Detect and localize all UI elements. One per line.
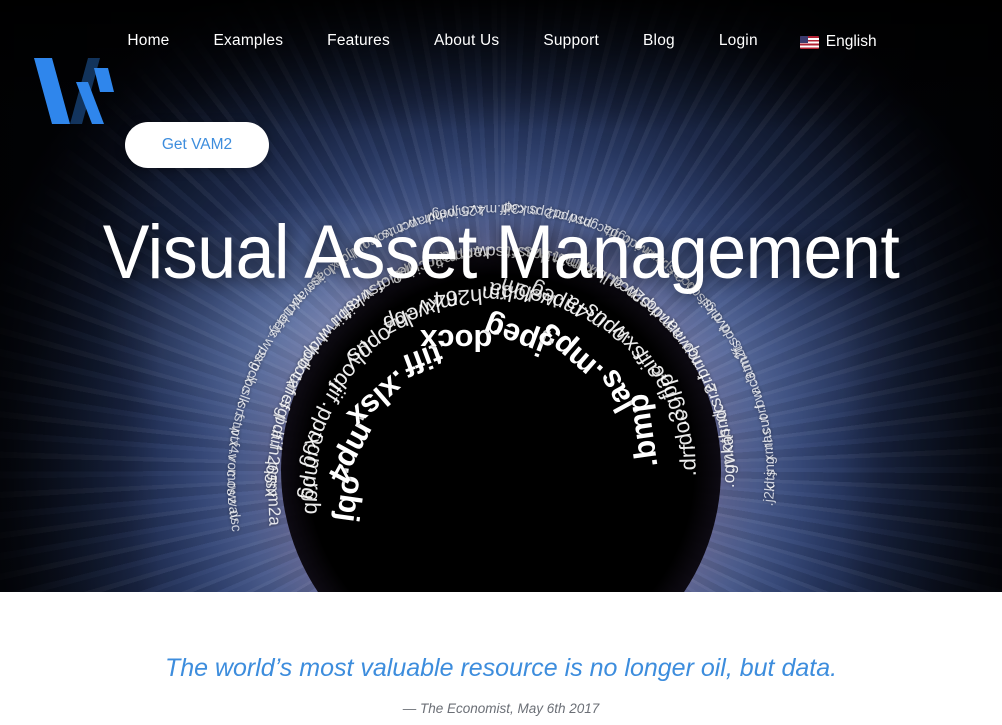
nav-item-features[interactable]: Features [305,33,412,51]
page-title: Visual Asset Management [102,210,900,295]
nav-item-support[interactable]: Support [521,33,621,51]
nav-item-home[interactable]: Home [105,33,191,51]
main-navigation: Home Examples Features About Us Support … [0,33,1002,51]
logo-bars [34,58,114,124]
get-vam2-button[interactable]: Get VAM2 [125,122,269,168]
language-label: English [825,33,877,50]
nav-item-login[interactable]: Login [697,33,780,51]
quote-text: The world’s most valuable resource is no… [164,654,838,682]
us-flag-icon [799,35,819,49]
quote-attribution: — The Economist, May 6th 2017 [402,701,600,716]
nav-item-about-us[interactable]: About Us [412,33,521,51]
language-selector[interactable]: English [780,33,897,51]
quote-section: The world’s most valuable resource is no… [0,592,1002,725]
hero-section: .obj .mp4 .xlsx .tiff .docx .jpeg .mp3 .las .bmp… [0,0,1002,592]
nav-item-blog[interactable]: Blog [621,33,697,51]
header-bar: Home Examples Features About Us Support … [0,0,1002,70]
nav-item-examples[interactable]: Examples [192,33,306,51]
vam-logo[interactable] [32,58,114,134]
